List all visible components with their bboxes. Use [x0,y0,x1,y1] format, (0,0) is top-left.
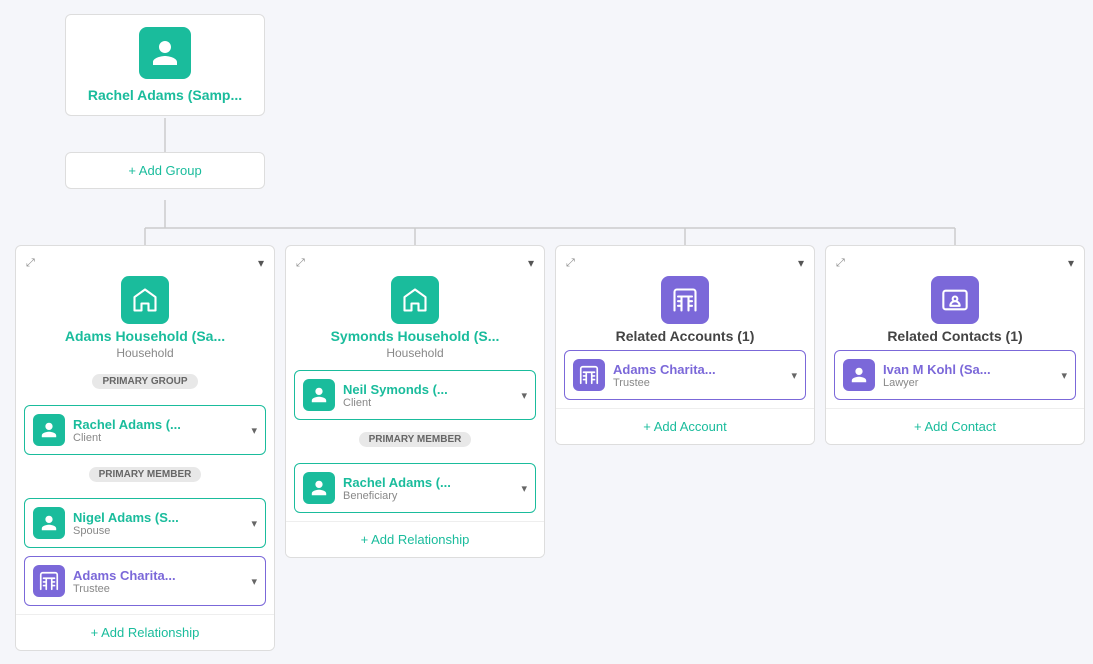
col-members: Neil Symonds (... Client ▾ PRIMARY MEMBE… [286,370,544,513]
col-card-header: ⤢ ▾ [16,246,274,270]
member-role: Client [73,432,247,444]
add-group-button[interactable]: + Add Group [65,152,265,189]
add-link[interactable]: + Add Relationship [286,521,544,557]
col-dropdown-icon[interactable]: ▾ [798,256,804,270]
member-icon [843,359,875,391]
column-card-col2: ⤢ ▾ Symonds Household (S... Household Ne… [285,245,545,558]
col-title: Related Contacts (1) [879,328,1030,346]
add-link[interactable]: + Add Contact [826,408,1084,444]
column-card-col3: ⤢ ▾ Related Accounts (1) Adams Charita..… [555,245,815,445]
member-name: Ivan M Kohl (Sa... [883,362,1013,377]
col-card-header: ⤢ ▾ [286,246,544,270]
col-dropdown-icon[interactable]: ▾ [1068,256,1074,270]
member-dropdown-icon[interactable]: ▾ [251,424,257,437]
member-name: Nigel Adams (S... [73,510,203,525]
member-info: Rachel Adams (... Client [73,417,247,444]
expand-icon[interactable]: ⤢ [26,257,35,270]
member-icon [33,507,65,539]
member-info: Adams Charita... Trustee [613,362,787,389]
member-info: Adams Charita... Trustee [73,568,247,595]
col-dropdown-icon[interactable]: ▾ [528,256,534,270]
member-role: Beneficiary [343,490,517,502]
col-icon [931,276,979,324]
member-dropdown-icon[interactable]: ▾ [251,517,257,530]
member-row[interactable]: Adams Charita... Trustee ▾ [564,350,806,400]
member-row[interactable]: Adams Charita... Trustee ▾ [24,556,266,606]
root-icon [139,27,191,79]
member-info: Rachel Adams (... Beneficiary [343,475,517,502]
member-name: Rachel Adams (... [343,475,473,490]
member-name: Rachel Adams (... [73,417,203,432]
col-card-header: ⤢ ▾ [826,246,1084,270]
col-icon [661,276,709,324]
member-role: Client [343,397,517,409]
member-name: Neil Symonds (... [343,382,473,397]
member-role: Lawyer [883,377,1057,389]
member-row[interactable]: Nigel Adams (S... Spouse ▾ [24,498,266,548]
col-title: Related Accounts (1) [608,328,763,346]
member-icon [33,414,65,446]
member-dropdown-icon[interactable]: ▾ [521,389,527,402]
member-row[interactable]: Neil Symonds (... Client ▾ [294,370,536,420]
member-icon [303,472,335,504]
person-icon [150,38,180,68]
member-info: Neil Symonds (... Client [343,382,517,409]
member-dropdown-icon[interactable]: ▾ [1061,369,1067,382]
member-name: Adams Charita... [73,568,203,583]
member-dropdown-icon[interactable]: ▾ [791,369,797,382]
col-icon [121,276,169,324]
member-role: Trustee [613,377,787,389]
member-dropdown-icon[interactable]: ▾ [521,482,527,495]
column-card-col1: ⤢ ▾ Adams Household (Sa... Household PRI… [15,245,275,651]
member-row[interactable]: Rachel Adams (... Beneficiary ▾ [294,463,536,513]
col-icon [391,276,439,324]
col-members: Adams Charita... Trustee ▾ [556,350,814,400]
member-icon [33,565,65,597]
primary-group-badge: PRIMARY GROUP [92,374,197,389]
col-card-header: ⤢ ▾ [556,246,814,270]
col-subtitle: Household [116,346,173,360]
member-name: Adams Charita... [613,362,743,377]
col-title: Adams Household (Sa... [57,328,233,346]
col-members: Ivan M Kohl (Sa... Lawyer ▾ [826,350,1084,400]
member-dropdown-icon[interactable]: ▾ [251,575,257,588]
member-role: Spouse [73,525,247,537]
member-row[interactable]: Rachel Adams (... Client ▾ [24,405,266,455]
add-link[interactable]: + Add Relationship [16,614,274,650]
column-card-col4: ⤢ ▾ Related Contacts (1) Ivan M Kohl (Sa… [825,245,1085,445]
member-info: Nigel Adams (S... Spouse [73,510,247,537]
expand-icon[interactable]: ⤢ [566,257,575,270]
member-info: Ivan M Kohl (Sa... Lawyer [883,362,1057,389]
col-subtitle: Household [386,346,443,360]
root-name: Rachel Adams (Samp... [88,87,242,103]
member-icon [573,359,605,391]
col-title: Symonds Household (S... [323,328,508,346]
col-dropdown-icon[interactable]: ▾ [258,256,264,270]
member-row[interactable]: Ivan M Kohl (Sa... Lawyer ▾ [834,350,1076,400]
root-node: Rachel Adams (Samp... [65,14,265,116]
member-role: Trustee [73,583,247,595]
member-icon [303,379,335,411]
col-members: Rachel Adams (... Client ▾ PRIMARY MEMBE… [16,405,274,606]
expand-icon[interactable]: ⤢ [836,257,845,270]
add-link[interactable]: + Add Account [556,408,814,444]
expand-icon[interactable]: ⤢ [296,257,305,270]
